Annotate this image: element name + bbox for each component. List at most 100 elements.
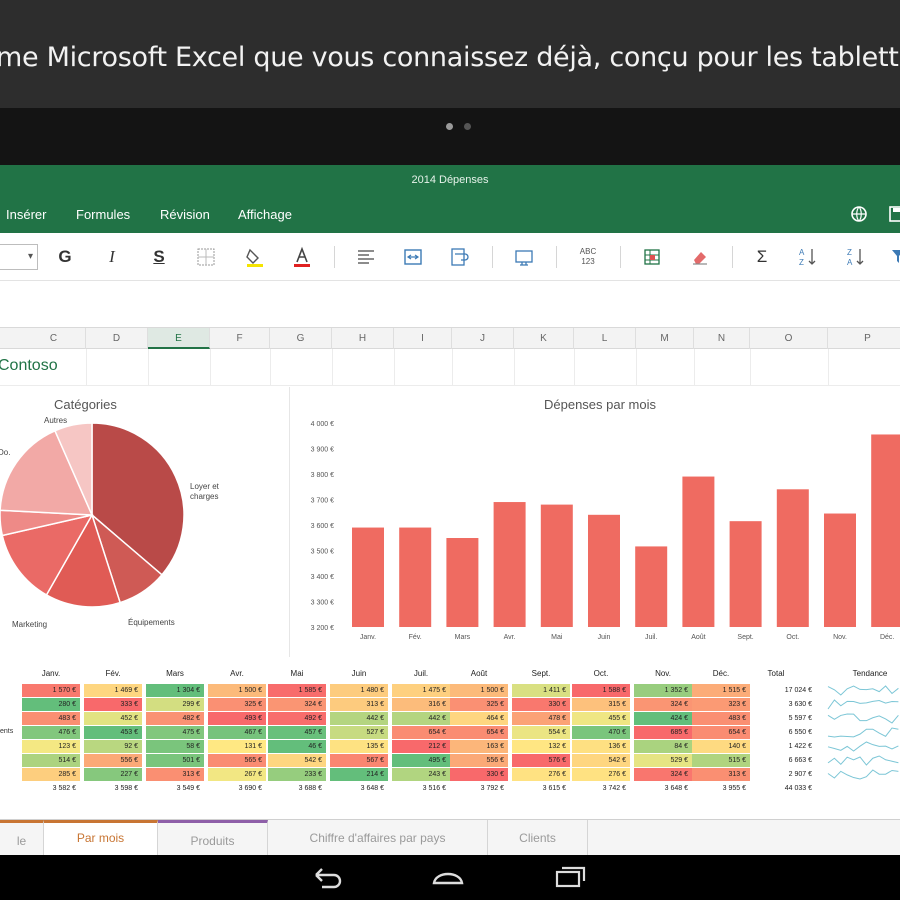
column-header-l[interactable]: L bbox=[574, 328, 636, 349]
borders-icon[interactable] bbox=[192, 243, 220, 271]
column-header-e[interactable]: E bbox=[148, 328, 210, 349]
align-left-icon[interactable] bbox=[352, 243, 380, 271]
table-cell[interactable]: 3 690 € bbox=[208, 782, 266, 795]
table-cell[interactable]: 44 033 € bbox=[748, 782, 816, 795]
table-cell[interactable]: 243 € bbox=[392, 768, 450, 781]
sheet-tab[interactable]: le bbox=[0, 820, 44, 855]
table-cell[interactable]: 3 516 € bbox=[392, 782, 450, 795]
table-cell[interactable]: 556 € bbox=[450, 754, 508, 767]
filter-icon[interactable] bbox=[884, 243, 900, 271]
table-cell[interactable]: 17 024 € bbox=[748, 684, 816, 697]
table-cell[interactable]: 325 € bbox=[450, 698, 508, 711]
column-header-d[interactable]: D bbox=[86, 328, 148, 349]
menu-view[interactable]: Affichage bbox=[238, 207, 292, 222]
table-cell[interactable]: 163 € bbox=[450, 740, 508, 753]
table-cell[interactable]: 6 550 € bbox=[748, 726, 816, 739]
table-cell[interactable]: 2 907 € bbox=[748, 768, 816, 781]
italic-button[interactable]: I bbox=[98, 243, 126, 271]
column-header-i[interactable]: I bbox=[394, 328, 452, 349]
table-cell[interactable]: 515 € bbox=[692, 754, 750, 767]
table-cell[interactable]: 3 630 € bbox=[748, 698, 816, 711]
formula-bar-area[interactable] bbox=[0, 281, 900, 327]
table-cell[interactable]: 542 € bbox=[572, 754, 630, 767]
font-size-dropdown[interactable]: ▾ bbox=[0, 244, 38, 270]
table-cell[interactable]: 1 585 € bbox=[268, 684, 326, 697]
table-cell[interactable]: 315 € bbox=[572, 698, 630, 711]
table-cell[interactable]: 3 598 € bbox=[84, 782, 142, 795]
menu-review[interactable]: Révision bbox=[160, 207, 210, 222]
table-cell[interactable]: 654 € bbox=[392, 726, 450, 739]
table-cell[interactable]: 92 € bbox=[84, 740, 142, 753]
table-cell[interactable]: 324 € bbox=[268, 698, 326, 711]
table-cell[interactable]: 1 570 € bbox=[22, 684, 80, 697]
table-cell[interactable]: 6 663 € bbox=[748, 754, 816, 767]
decimal-format-icon[interactable]: ABC 123 bbox=[574, 243, 602, 271]
table-cell[interactable]: 46 € bbox=[268, 740, 326, 753]
table-cell[interactable]: 483 € bbox=[692, 712, 750, 725]
table-cell[interactable]: 1 411 € bbox=[512, 684, 570, 697]
underline-button[interactable]: S bbox=[145, 243, 173, 271]
table-cell[interactable]: 495 € bbox=[392, 754, 450, 767]
table-cell[interactable]: 227 € bbox=[84, 768, 142, 781]
table-cell[interactable]: 1 588 € bbox=[572, 684, 630, 697]
table-cell[interactable]: 84 € bbox=[634, 740, 692, 753]
table-cell[interactable]: 529 € bbox=[634, 754, 692, 767]
table-cell[interactable]: 556 € bbox=[84, 754, 142, 767]
carousel-dot-active[interactable] bbox=[446, 123, 453, 130]
table-cell[interactable]: 1 352 € bbox=[634, 684, 692, 697]
table-cell[interactable]: 330 € bbox=[512, 698, 570, 711]
table-cell[interactable]: 514 € bbox=[22, 754, 80, 767]
fill-color-icon[interactable] bbox=[241, 243, 269, 271]
sort-descending-icon[interactable]: ZA bbox=[842, 243, 870, 271]
table-cell[interactable]: 455 € bbox=[572, 712, 630, 725]
table-cell[interactable]: 140 € bbox=[692, 740, 750, 753]
table-cell[interactable]: 464 € bbox=[450, 712, 508, 725]
table-cell[interactable]: 324 € bbox=[634, 768, 692, 781]
save-icon[interactable] bbox=[888, 205, 900, 223]
table-cell[interactable]: 1 304 € bbox=[146, 684, 204, 697]
table-cell[interactable]: 493 € bbox=[208, 712, 266, 725]
table-cell[interactable]: 3 792 € bbox=[450, 782, 508, 795]
table-cell[interactable]: 299 € bbox=[146, 698, 204, 711]
table-cell[interactable]: 276 € bbox=[572, 768, 630, 781]
table-cell[interactable]: 214 € bbox=[330, 768, 388, 781]
autosum-icon[interactable]: Σ bbox=[748, 243, 776, 271]
table-cell[interactable]: 330 € bbox=[450, 768, 508, 781]
table-cell[interactable]: 280 € bbox=[22, 698, 80, 711]
table-cell[interactable]: 654 € bbox=[450, 726, 508, 739]
table-cell[interactable]: 132 € bbox=[512, 740, 570, 753]
menu-formulas[interactable]: Formules bbox=[76, 207, 130, 222]
table-cell[interactable]: 452 € bbox=[84, 712, 142, 725]
table-cell[interactable]: 313 € bbox=[330, 698, 388, 711]
font-color-icon[interactable] bbox=[288, 243, 316, 271]
column-header-k[interactable]: K bbox=[514, 328, 574, 349]
merge-cells-icon[interactable] bbox=[399, 243, 427, 271]
column-header-p[interactable]: P bbox=[828, 328, 900, 349]
table-cell[interactable]: 1 475 € bbox=[392, 684, 450, 697]
table-cell[interactable]: 1 500 € bbox=[450, 684, 508, 697]
table-cell[interactable]: 654 € bbox=[692, 726, 750, 739]
sheet-tab[interactable]: Chiffre d'affaires par pays bbox=[268, 820, 488, 855]
table-cell[interactable]: 542 € bbox=[268, 754, 326, 767]
table-cell[interactable]: 453 € bbox=[84, 726, 142, 739]
table-cell[interactable]: 576 € bbox=[512, 754, 570, 767]
table-cell[interactable]: 492 € bbox=[268, 712, 326, 725]
table-cell[interactable]: 285 € bbox=[22, 768, 80, 781]
table-cell[interactable]: 424 € bbox=[634, 712, 692, 725]
table-cell[interactable]: 3 582 € bbox=[22, 782, 80, 795]
table-cell[interactable]: 457 € bbox=[268, 726, 326, 739]
carousel-dot[interactable] bbox=[464, 123, 471, 130]
table-cell[interactable]: 1 422 € bbox=[748, 740, 816, 753]
table-cell[interactable]: 131 € bbox=[208, 740, 266, 753]
table-cell[interactable]: 475 € bbox=[146, 726, 204, 739]
table-cell[interactable]: 442 € bbox=[392, 712, 450, 725]
table-cell[interactable]: 5 597 € bbox=[748, 712, 816, 725]
table-cell[interactable]: 482 € bbox=[146, 712, 204, 725]
pie-chart-panel[interactable]: Catégories Loyer et charges Équipements Mar… bbox=[0, 387, 290, 657]
recent-apps-icon[interactable] bbox=[552, 863, 588, 891]
table-cell[interactable]: 58 € bbox=[146, 740, 204, 753]
table-cell[interactable]: 313 € bbox=[146, 768, 204, 781]
insert-cells-icon[interactable] bbox=[638, 243, 666, 271]
table-cell[interactable]: 1 500 € bbox=[208, 684, 266, 697]
table-cell[interactable]: 527 € bbox=[330, 726, 388, 739]
